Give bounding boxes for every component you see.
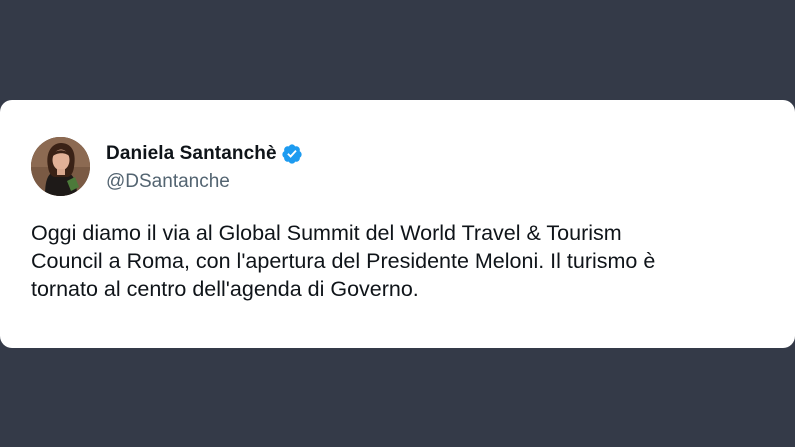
author-handle[interactable]: @DSantanche (106, 171, 230, 193)
avatar-photo (31, 137, 90, 196)
author-name-row: Daniela Santanchè (106, 142, 303, 166)
author-display-name[interactable]: Daniela Santanchè (106, 143, 277, 165)
avatar[interactable] (31, 137, 90, 196)
verified-badge-icon (281, 143, 303, 165)
tweet-text: Oggi diamo il via al Global Summit del W… (31, 221, 656, 301)
tweet-card: Daniela Santanchè @DSantanche Oggi diamo… (0, 100, 795, 348)
